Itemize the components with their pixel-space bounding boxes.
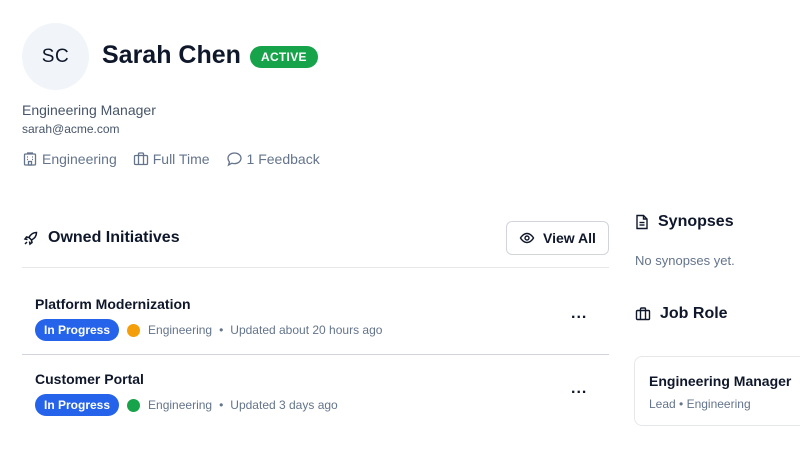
owned-initiatives-title: Owned Initiatives <box>48 229 180 246</box>
building-icon <box>23 152 37 166</box>
profile-email[interactable]: sarah@acme.com <box>22 122 120 136</box>
meta-separator: • <box>219 398 224 412</box>
more-options-button[interactable]: ... <box>571 305 587 323</box>
more-options-button[interactable]: ... <box>571 380 587 398</box>
status-dot <box>127 398 141 412</box>
department-label: Engineering <box>42 151 117 167</box>
initiative-department: Engineering <box>148 323 213 337</box>
status-badge: ACTIVE <box>250 46 318 68</box>
avatar: SC <box>22 23 89 90</box>
document-icon <box>636 214 648 230</box>
profile-name: Sarah Chen <box>102 41 241 69</box>
synopses-heading: Synopses <box>635 213 734 231</box>
synopses-empty-text: No synopses yet. <box>635 253 735 268</box>
job-role-title: Job Role <box>660 305 728 322</box>
job-role-card[interactable]: Engineering Manager Lead • Engineering <box>634 356 800 426</box>
initiative-updated: Updated 3 days ago <box>230 398 338 412</box>
job-role-heading: Job Role <box>635 305 728 323</box>
meta-separator: • <box>219 323 224 337</box>
owned-initiatives-heading: Owned Initiatives <box>23 229 180 247</box>
initiative-status-badge: In Progress <box>35 394 120 416</box>
initiative-meta: In Progress Engineering • Updated about … <box>35 319 382 341</box>
employment-label: Full Time <box>152 151 210 167</box>
synopses-title: Synopses <box>658 213 734 230</box>
employment-meta: Full Time <box>133 151 210 167</box>
job-role-subtitle: Lead • Engineering <box>649 397 751 411</box>
initiative-department: Engineering <box>148 398 213 412</box>
feedback-meta[interactable]: 1 Feedback <box>226 151 320 167</box>
view-all-label: View All <box>543 230 596 246</box>
profile-meta: Engineering Full Time 1 Feedback <box>22 151 336 167</box>
department-meta[interactable]: Engineering <box>22 151 117 167</box>
initiative-title[interactable]: Platform Modernization <box>35 296 191 312</box>
job-role-name: Engineering Manager <box>649 373 792 389</box>
initiative-meta: In Progress Engineering • Updated 3 days… <box>35 394 338 416</box>
initiative-title[interactable]: Customer Portal <box>35 371 144 387</box>
briefcase-icon <box>635 307 651 321</box>
chat-bubble-icon <box>226 152 242 167</box>
initiative-updated: Updated about 20 hours ago <box>230 323 383 337</box>
initiatives-divider <box>22 267 609 268</box>
status-dot <box>127 323 141 337</box>
profile-title: Engineering Manager <box>22 102 156 118</box>
eye-icon <box>519 232 535 244</box>
rocket-icon <box>23 231 38 246</box>
row-divider <box>22 354 609 355</box>
briefcase-icon <box>133 152 148 166</box>
feedback-label: 1 Feedback <box>246 151 320 167</box>
initiative-status-badge: In Progress <box>35 319 120 341</box>
view-all-button[interactable]: View All <box>506 221 609 255</box>
